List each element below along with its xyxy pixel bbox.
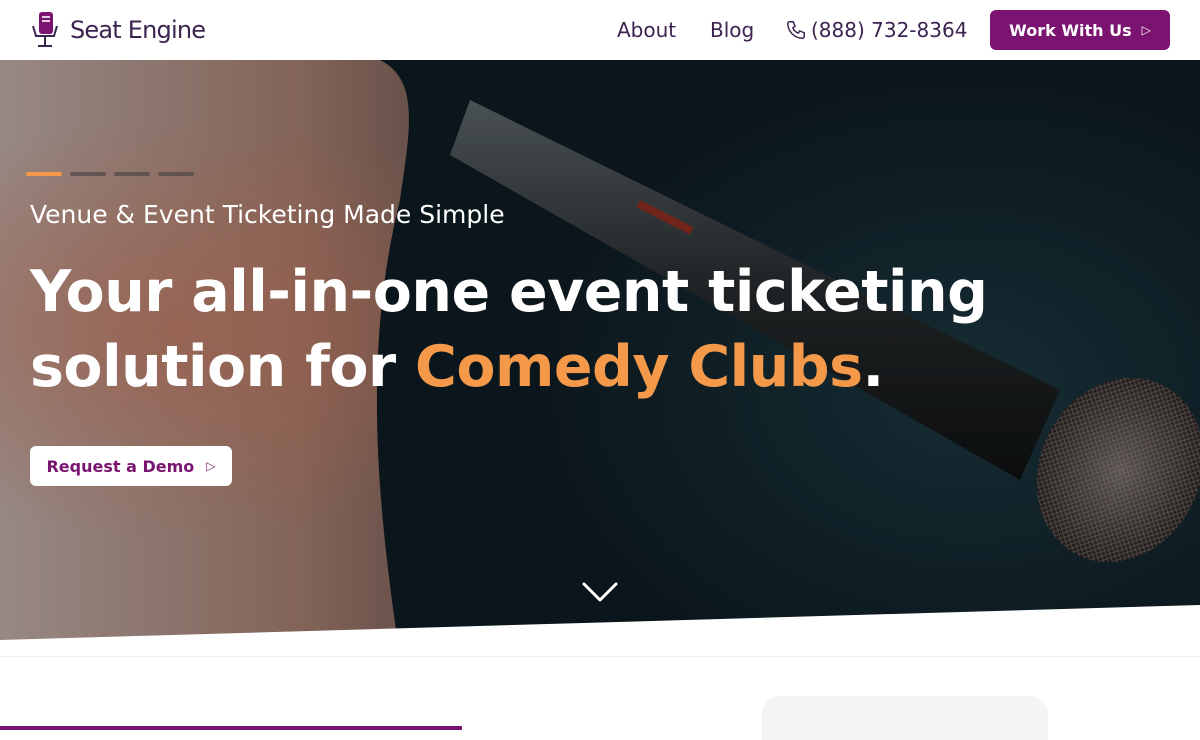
nav-blog-link[interactable]: Blog [710, 18, 754, 42]
request-demo-button[interactable]: Request a Demo ▷ [30, 446, 232, 486]
slider-dot-1[interactable] [26, 172, 62, 176]
slider-dots [26, 172, 194, 176]
arrow-right-icon: ▷ [1141, 23, 1151, 37]
headline-accent: Comedy Clubs [415, 334, 863, 400]
headline-period: . [862, 334, 885, 400]
phone-icon [787, 21, 805, 39]
work-with-us-button[interactable]: Work With Us ▷ [990, 10, 1170, 50]
section-accent-bar [0, 726, 462, 730]
phone-link[interactable]: (888) 732-8364 [811, 18, 967, 42]
nav-about-link[interactable]: About [617, 18, 676, 42]
slider-dot-4[interactable] [158, 172, 194, 176]
hero-eyebrow: Venue & Event Ticketing Made Simple [30, 200, 505, 229]
nav-phone[interactable]: (888) 732-8364 [785, 0, 967, 60]
hero-headline: Your all-in-one event ticketing solution… [30, 255, 1030, 405]
seat-chair-icon [32, 12, 58, 47]
nav-about[interactable]: About [617, 0, 676, 60]
section-divider [0, 656, 1200, 657]
content-card [762, 696, 1048, 740]
request-demo-label: Request a Demo [46, 456, 195, 476]
logo-text: Seat Engine [70, 16, 206, 44]
chevron-down-icon[interactable] [580, 578, 620, 608]
logo[interactable]: Seat Engine [30, 10, 206, 50]
nav-blog[interactable]: Blog [710, 0, 754, 60]
site-header: Seat Engine About Blog (888) 732-8364 Wo… [0, 0, 1200, 60]
hero-section: Venue & Event Ticketing Made Simple Your… [0, 60, 1200, 658]
arrow-right-icon: ▷ [206, 459, 216, 473]
work-with-us-label: Work With Us [1009, 20, 1132, 40]
slider-dot-3[interactable] [114, 172, 150, 176]
slider-dot-2[interactable] [70, 172, 106, 176]
